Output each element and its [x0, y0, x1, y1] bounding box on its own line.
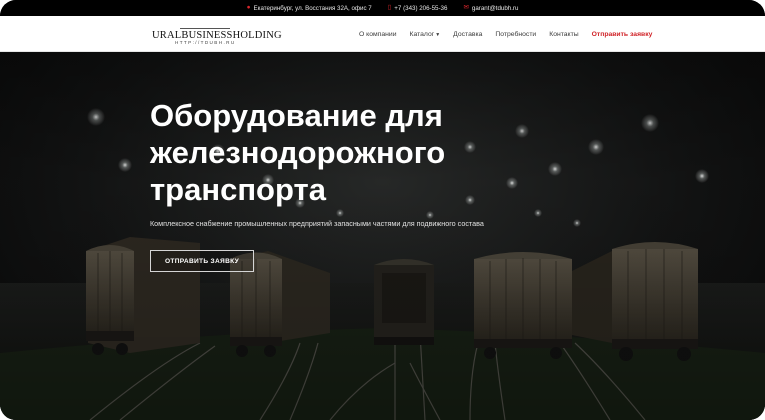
logo-url: HTTP://TDUBH.RU [175, 40, 236, 45]
logo[interactable]: URALBUSINESSHOLDING HTTP://TDUBH.RU [152, 24, 282, 48]
main-navigation: URALBUSINESSHOLDING HTTP://TDUBH.RU О ко… [0, 16, 765, 52]
phone-text[interactable]: +7 (343) 206-55-36 [394, 5, 447, 12]
address-item: ● Екатеринбург, ул. Восстания 32А, офис … [246, 3, 372, 12]
logo-bar [180, 28, 230, 29]
nav-item-catalog[interactable]: Каталог▼ [410, 31, 441, 38]
hero-title-line-1: Оборудование для [150, 98, 443, 133]
hero-title: Оборудование для железнодорожного трансп… [150, 97, 570, 208]
nav-item-delivery[interactable]: Доставка [453, 31, 482, 38]
envelope-icon: ✉ [463, 3, 469, 11]
hero-title-line-3: транспорта [150, 172, 326, 207]
phone-item[interactable]: ▯ +7 (343) 206-55-36 [387, 3, 448, 12]
hero-subtitle: Комплексное снабжение промышленных предп… [150, 219, 484, 228]
nav-cta-send-request[interactable]: Отправить заявку [592, 31, 653, 38]
nav-item-about[interactable]: О компании [359, 31, 397, 38]
hero-title-line-2: железнодорожного [150, 135, 446, 170]
hero-section: Оборудование для железнодорожного трансп… [0, 53, 765, 420]
map-pin-icon: ● [246, 3, 251, 11]
nav-item-catalog-label: Каталог [409, 30, 435, 38]
hero-send-request-button[interactable]: ОТПРАВИТЬ ЗАЯВКУ [150, 250, 254, 272]
phone-icon: ▯ [387, 3, 392, 11]
top-contact-bar: ● Екатеринбург, ул. Восстания 32А, офис … [0, 0, 765, 16]
nav-menu: О компании Каталог▼ Доставка Потребности… [359, 16, 652, 52]
nav-item-needs[interactable]: Потребности [495, 31, 536, 38]
nav-item-contacts[interactable]: Контакты [549, 31, 578, 38]
address-text: Екатеринбург, ул. Восстания 32А, офис 7 [253, 4, 372, 12]
chevron-down-icon: ▼ [435, 31, 441, 38]
email-text[interactable]: garant@tdubh.ru [472, 5, 519, 12]
page: ● Екатеринбург, ул. Восстания 32А, офис … [0, 0, 765, 420]
email-item[interactable]: ✉ garant@tdubh.ru [463, 3, 519, 12]
